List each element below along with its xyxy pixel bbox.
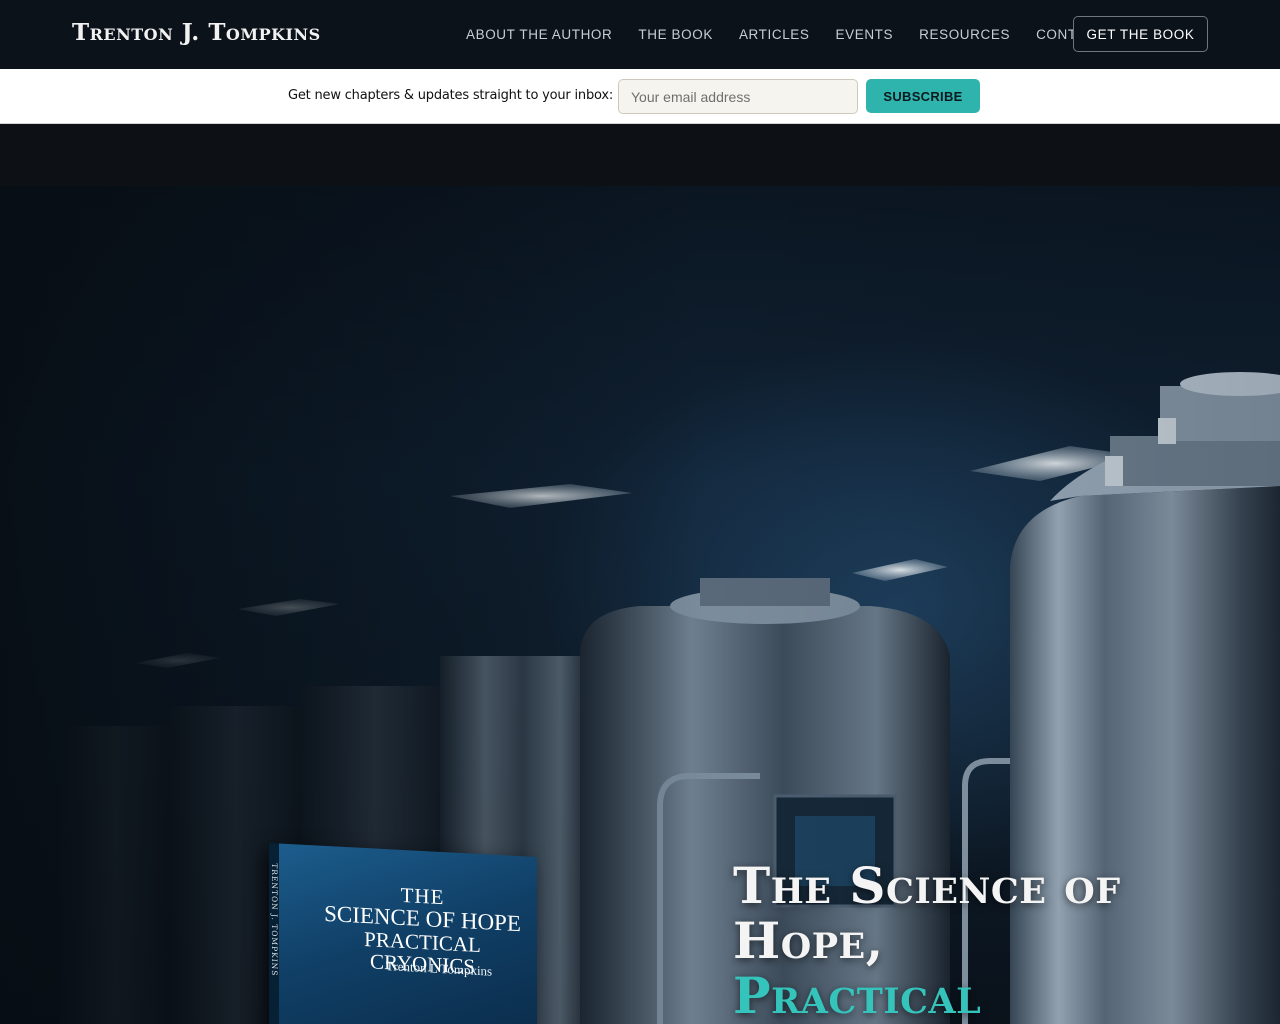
hero-section: TRENTON J. TOMPKINS THE SCIENCE OF HOPE … [0, 186, 1280, 1024]
ceiling-light [135, 653, 220, 668]
tank-clamp [1105, 456, 1123, 486]
nav-events[interactable]: Events [836, 27, 894, 42]
email-input[interactable] [618, 79, 858, 114]
nav-about-author[interactable]: About the Author [466, 27, 612, 42]
tank-far [60, 726, 170, 1024]
ceiling-light [852, 559, 948, 581]
tank-clamp [1158, 418, 1176, 444]
subscribe-bar: Get new chapters & updates straight to y… [0, 69, 1280, 124]
hero-headline-main: The Science of Hope, [733, 856, 1121, 970]
nav-articles[interactable]: Articles [739, 27, 810, 42]
header-spacer [0, 124, 1280, 186]
subscribe-button[interactable]: Subscribe [866, 79, 980, 113]
tank-big-collar [1110, 436, 1280, 486]
nav-the-book[interactable]: The Book [638, 27, 713, 42]
subscribe-label: Get new chapters & updates straight to y… [288, 88, 614, 103]
tank-mid-neck [700, 578, 830, 606]
hero-headline-accent: Practical [733, 966, 982, 1024]
nav-resources[interactable]: Resources [919, 27, 1010, 42]
main-nav: About the Author The Book Articles Event… [466, 0, 1105, 69]
site-brand[interactable]: Trenton J. Tompkins [72, 19, 321, 46]
book-cover[interactable]: TRENTON J. TOMPKINS THE SCIENCE OF HOPE … [269, 842, 537, 1024]
book-spine-text: TRENTON J. TOMPKINS [270, 863, 279, 977]
get-the-book-button[interactable]: Get the Book [1073, 16, 1208, 52]
hero-headline: The Science of Hope, Practical [733, 858, 1253, 1023]
ceiling-light [450, 484, 632, 508]
site-header: Trenton J. Tompkins About the Author The… [0, 0, 1280, 69]
ceiling-light [238, 599, 340, 616]
